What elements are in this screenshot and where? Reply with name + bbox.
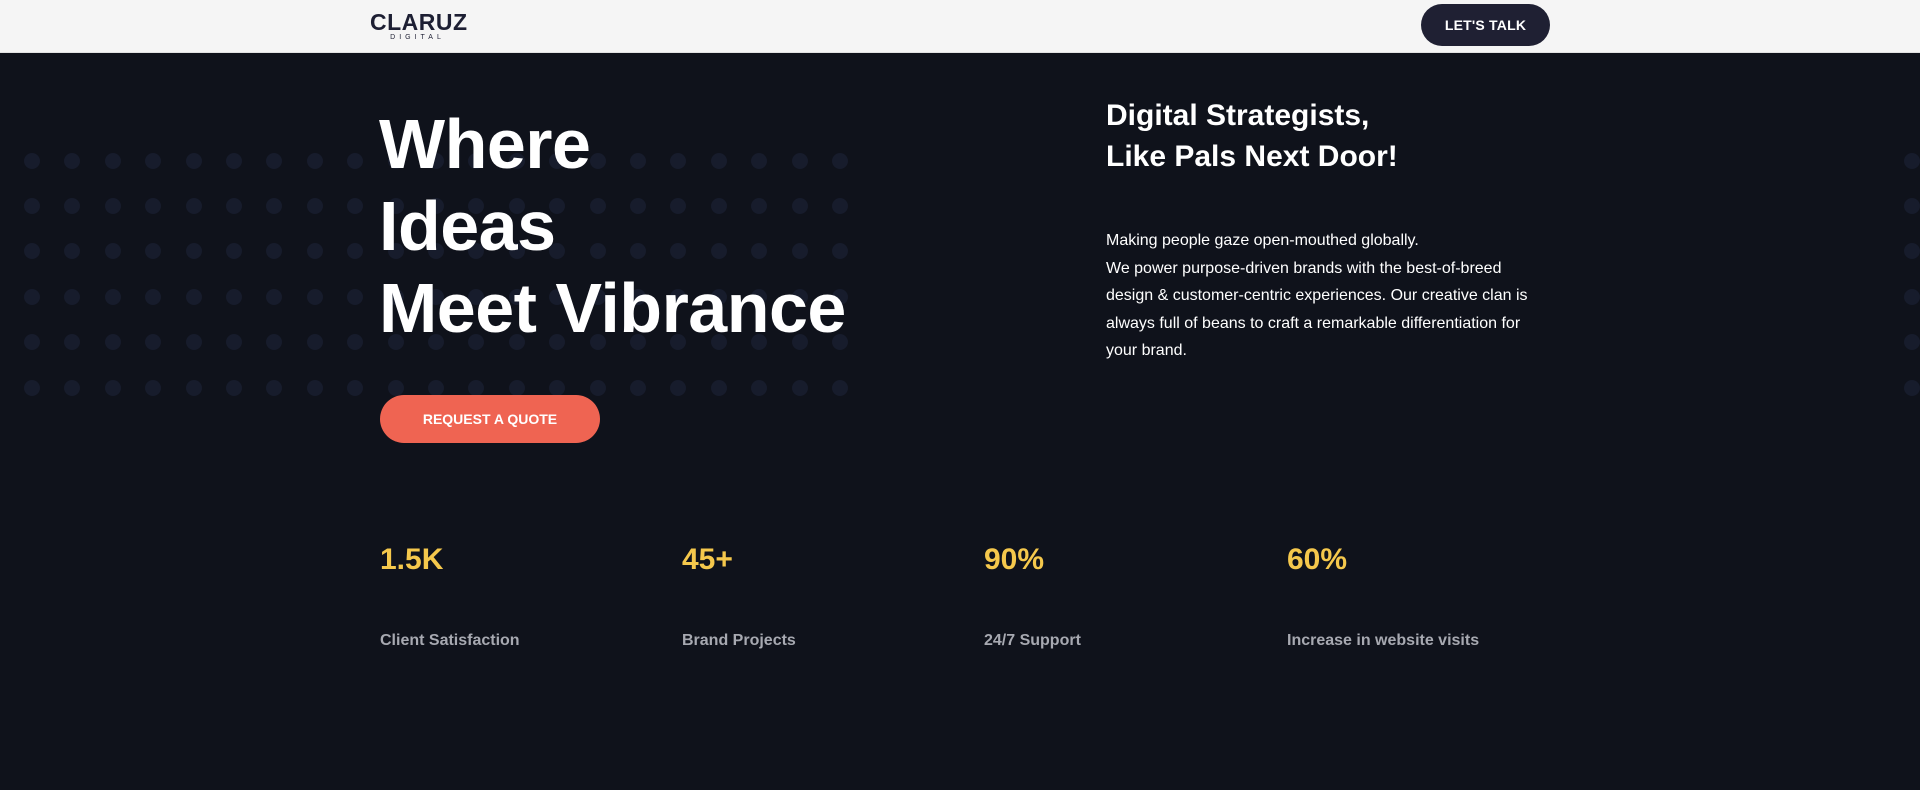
decorative-dot bbox=[24, 380, 40, 396]
decorative-dot bbox=[105, 380, 121, 396]
decorative-dot bbox=[1904, 289, 1920, 305]
tagline-line-2: Like Pals Next Door! bbox=[1106, 140, 1398, 173]
lets-talk-button[interactable]: LET'S TALK bbox=[1421, 4, 1550, 46]
stat-label-website-visits: Increase in website visits bbox=[1287, 632, 1480, 649]
decorative-dot bbox=[1904, 153, 1920, 169]
stat-label-support: 24/7 Support bbox=[984, 632, 1081, 649]
decorative-dot bbox=[226, 243, 242, 259]
decorative-dot bbox=[347, 243, 363, 259]
decorative-dot bbox=[347, 153, 363, 169]
request-quote-button[interactable]: REQUEST A QUOTE bbox=[380, 395, 600, 443]
decorative-dot bbox=[145, 243, 161, 259]
hero-headline: Where Ideas Meet Vibrance bbox=[379, 103, 846, 349]
decorative-dot bbox=[105, 243, 121, 259]
decorative-dot bbox=[590, 380, 606, 396]
decorative-dot bbox=[145, 198, 161, 214]
hero-description: Making people gaze open-mouthed globally… bbox=[1106, 227, 1546, 365]
decorative-dot bbox=[711, 380, 727, 396]
decorative-dot bbox=[266, 153, 282, 169]
stat-value-client-satisfaction: 1.5K bbox=[380, 543, 444, 576]
decorative-dot bbox=[347, 380, 363, 396]
decorative-dot bbox=[64, 380, 80, 396]
decorative-dot bbox=[186, 243, 202, 259]
decorative-dot bbox=[468, 380, 484, 396]
decorative-dot bbox=[307, 153, 323, 169]
description-line-2: We power purpose-driven brands with the … bbox=[1106, 259, 1528, 360]
decorative-dot bbox=[226, 198, 242, 214]
decorative-dot bbox=[388, 380, 404, 396]
decorative-dot bbox=[226, 289, 242, 305]
decorative-dot bbox=[226, 334, 242, 350]
decorative-dot bbox=[145, 380, 161, 396]
decorative-dot bbox=[64, 198, 80, 214]
decorative-dot bbox=[307, 198, 323, 214]
decorative-dot bbox=[145, 289, 161, 305]
decorative-dot bbox=[24, 153, 40, 169]
decorative-dot bbox=[266, 380, 282, 396]
decorative-dot bbox=[266, 334, 282, 350]
decorative-dot bbox=[64, 334, 80, 350]
stat-label-brand-projects: Brand Projects bbox=[682, 632, 796, 649]
decorative-dot bbox=[428, 380, 444, 396]
stat-value-website-visits: 60% bbox=[1287, 543, 1348, 576]
decorative-dot bbox=[266, 243, 282, 259]
tagline-line-1: Digital Strategists, bbox=[1106, 99, 1370, 132]
decorative-dot bbox=[307, 380, 323, 396]
decorative-dot bbox=[832, 380, 848, 396]
decorative-dot bbox=[186, 153, 202, 169]
decorative-dot bbox=[105, 198, 121, 214]
hero-tagline: Digital Strategists, Like Pals Next Door… bbox=[1106, 95, 1398, 177]
decorative-dot bbox=[64, 153, 80, 169]
decorative-dot bbox=[751, 380, 767, 396]
decorative-dot bbox=[226, 380, 242, 396]
claruz-logo[interactable]: CLARUZ DIGITAL bbox=[370, 9, 468, 42]
headline-line-1: Where bbox=[379, 105, 591, 183]
description-line-1: Making people gaze open-mouthed globally… bbox=[1106, 232, 1419, 249]
decorative-dot bbox=[24, 198, 40, 214]
decorative-dot bbox=[64, 289, 80, 305]
decorative-dot bbox=[549, 380, 565, 396]
decorative-dot bbox=[24, 243, 40, 259]
site-header: CLARUZ DIGITAL LET'S TALK bbox=[0, 0, 1920, 53]
decorative-dot bbox=[105, 289, 121, 305]
decorative-dot bbox=[509, 380, 525, 396]
decorative-dot bbox=[226, 153, 242, 169]
decorative-dot bbox=[105, 153, 121, 169]
decorative-dot bbox=[24, 334, 40, 350]
decorative-dot bbox=[24, 289, 40, 305]
decorative-dot bbox=[792, 380, 808, 396]
decorative-dot bbox=[145, 153, 161, 169]
decorative-dot bbox=[64, 243, 80, 259]
decorative-dot bbox=[1904, 198, 1920, 214]
decorative-dot bbox=[307, 243, 323, 259]
headline-line-2: Ideas bbox=[379, 187, 556, 265]
decorative-dot bbox=[630, 380, 646, 396]
decorative-dot bbox=[266, 289, 282, 305]
decorative-dot bbox=[347, 289, 363, 305]
hero-section: Where Ideas Meet Vibrance REQUEST A QUOT… bbox=[0, 53, 1920, 790]
decorative-dot bbox=[347, 198, 363, 214]
stat-value-support: 90% bbox=[984, 543, 1045, 576]
decorative-dot bbox=[1904, 243, 1920, 259]
decorative-dot bbox=[347, 334, 363, 350]
stat-value-brand-projects: 45+ bbox=[682, 543, 733, 576]
decorative-dot bbox=[1904, 334, 1920, 350]
decorative-dot bbox=[186, 380, 202, 396]
decorative-dot bbox=[145, 334, 161, 350]
decorative-dot bbox=[186, 198, 202, 214]
stat-label-client-satisfaction: Client Satisfaction bbox=[380, 632, 520, 649]
decorative-dot bbox=[186, 334, 202, 350]
headline-line-3: Meet Vibrance bbox=[379, 269, 846, 347]
decorative-dot bbox=[307, 289, 323, 305]
decorative-dot bbox=[1904, 380, 1920, 396]
decorative-dot bbox=[186, 289, 202, 305]
decorative-dot bbox=[266, 198, 282, 214]
decorative-dot bbox=[670, 380, 686, 396]
logo-subtitle: DIGITAL bbox=[390, 34, 445, 41]
logo-name: CLARUZ bbox=[370, 9, 468, 35]
decorative-dot bbox=[105, 334, 121, 350]
decorative-dot bbox=[307, 334, 323, 350]
